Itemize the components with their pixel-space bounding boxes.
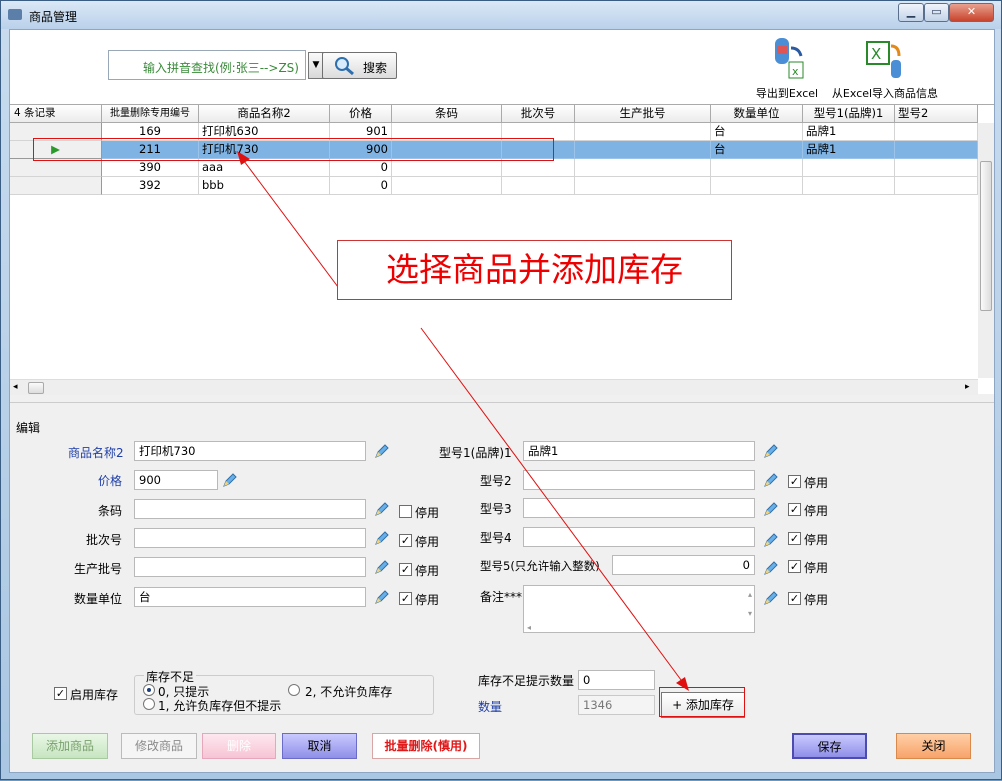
app-window: 商品管理 ▁ ▭ ✕ 输入拼音查找(例:张三-->ZS) ▼ 搜索 x 导出到E… [0, 0, 1002, 780]
annotation-callout: 选择商品并添加库存 [337, 240, 732, 300]
annotation-arrows [237, 151, 689, 691]
